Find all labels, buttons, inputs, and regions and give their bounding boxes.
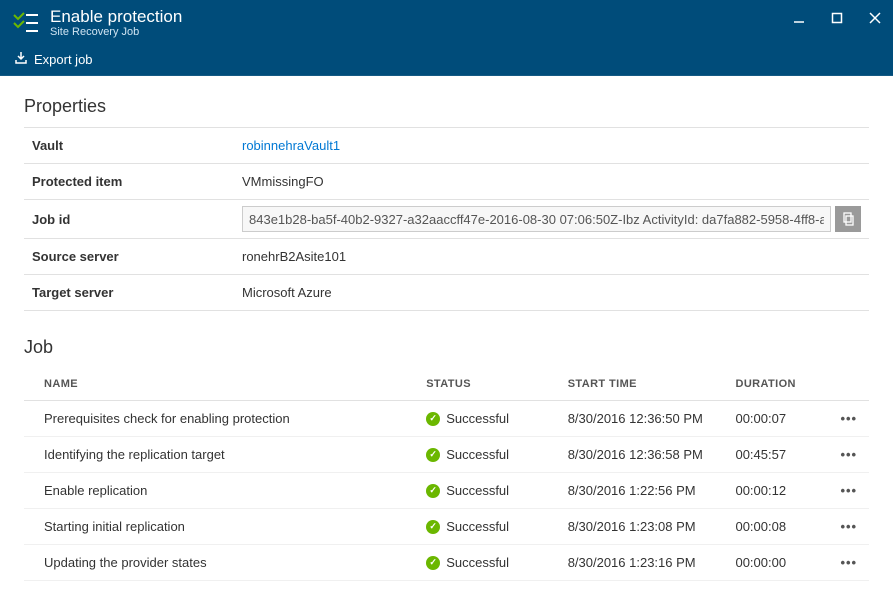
row-context-menu-button[interactable]: ••• <box>840 519 857 534</box>
table-row[interactable]: Identifying the replication target ✓ Succe… <box>24 437 869 473</box>
property-label: Vault <box>24 130 234 161</box>
job-step-status: ✓ Successful <box>418 401 560 437</box>
row-context-menu-button[interactable]: ••• <box>840 447 857 462</box>
status-label: Successful <box>446 447 509 462</box>
success-icon: ✓ <box>426 412 440 426</box>
job-step-duration: 00:45:57 <box>727 437 828 473</box>
success-icon: ✓ <box>426 556 440 570</box>
property-value: Microsoft Azure <box>234 279 869 306</box>
property-label: Target server <box>24 277 234 308</box>
window-controls <box>787 6 887 30</box>
row-context-menu-button[interactable]: ••• <box>840 411 857 426</box>
job-step-name: Identifying the replication target <box>24 437 418 473</box>
property-row-vault: Vault robinnehraVault1 <box>24 128 869 164</box>
toolbar: Export job <box>0 46 893 76</box>
property-label: Source server <box>24 241 234 272</box>
job-step-start-time: 8/30/2016 12:36:50 PM <box>560 401 728 437</box>
job-step-duration: 00:00:07 <box>727 401 828 437</box>
success-icon: ✓ <box>426 448 440 462</box>
job-step-name: Prerequisites check for enabling protect… <box>24 401 418 437</box>
job-step-name: Enable replication <box>24 473 418 509</box>
job-step-name: Updating the provider states <box>24 545 418 581</box>
job-id-input[interactable] <box>242 206 831 232</box>
copy-job-id-button[interactable] <box>835 206 861 232</box>
job-step-start-time: 8/30/2016 12:36:58 PM <box>560 437 728 473</box>
col-header-start-time: START TIME <box>560 368 728 401</box>
job-step-status: ✓ Successful <box>418 545 560 581</box>
title-bar: Enable protection Site Recovery Job <box>0 0 893 46</box>
property-value: VMmissingFO <box>234 168 869 195</box>
property-row-source-server: Source server ronehrB2Asite101 <box>24 239 869 275</box>
status-label: Successful <box>446 411 509 426</box>
job-step-duration: 00:00:00 <box>727 545 828 581</box>
col-header-name: NAME <box>24 368 418 401</box>
table-row[interactable]: Updating the provider states ✓ Successful 8… <box>24 545 869 581</box>
job-step-name: Starting initial replication <box>24 509 418 545</box>
job-step-start-time: 8/30/2016 1:22:56 PM <box>560 473 728 509</box>
job-section-title: Job <box>24 337 869 358</box>
success-icon: ✓ <box>426 520 440 534</box>
job-step-status: ✓ Successful <box>418 437 560 473</box>
property-label: Job id <box>24 204 234 235</box>
table-row[interactable]: Starting initial replication ✓ Successful 8… <box>24 509 869 545</box>
job-step-status: ✓ Successful <box>418 473 560 509</box>
properties-section-title: Properties <box>24 96 869 117</box>
status-label: Successful <box>446 483 509 498</box>
property-row-job-id: Job id <box>24 200 869 239</box>
table-row[interactable]: Enable replication ✓ Successful 8/30/2016 1… <box>24 473 869 509</box>
status-label: Successful <box>446 519 509 534</box>
table-row[interactable]: Prerequisites check for enabling protect… <box>24 401 869 437</box>
status-label: Successful <box>446 555 509 570</box>
property-row-protected-item: Protected item VMmissingFO <box>24 164 869 200</box>
properties-table: Vault robinnehraVault1 Protected item VM… <box>24 127 869 311</box>
job-table: NAME STATUS START TIME DURATION Prerequi… <box>24 368 869 581</box>
page-subtitle: Site Recovery Job <box>50 26 182 39</box>
property-row-target-server: Target server Microsoft Azure <box>24 275 869 311</box>
row-context-menu-button[interactable]: ••• <box>840 555 857 570</box>
success-icon: ✓ <box>426 484 440 498</box>
page-title: Enable protection <box>50 7 182 27</box>
export-job-button[interactable]: Export job <box>8 47 99 72</box>
job-step-duration: 00:00:12 <box>727 473 828 509</box>
col-header-status: STATUS <box>418 368 560 401</box>
export-icon <box>14 51 28 68</box>
property-value: ronehrB2Asite101 <box>234 243 869 270</box>
property-label: Protected item <box>24 166 234 197</box>
job-step-start-time: 8/30/2016 1:23:08 PM <box>560 509 728 545</box>
minimize-button[interactable] <box>787 6 811 30</box>
row-context-menu-button[interactable]: ••• <box>840 483 857 498</box>
maximize-button[interactable] <box>825 6 849 30</box>
vault-link[interactable]: robinnehraVault1 <box>242 138 340 153</box>
app-icon <box>8 5 44 41</box>
job-step-status: ✓ Successful <box>418 509 560 545</box>
job-step-duration: 00:00:08 <box>727 509 828 545</box>
export-job-label: Export job <box>34 52 93 67</box>
close-button[interactable] <box>863 6 887 30</box>
job-step-start-time: 8/30/2016 1:23:16 PM <box>560 545 728 581</box>
col-header-duration: DURATION <box>727 368 828 401</box>
